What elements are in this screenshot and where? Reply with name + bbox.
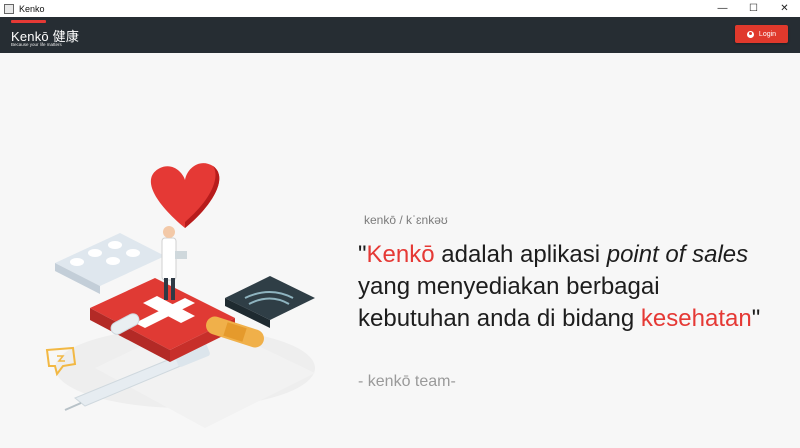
hero-quote: "Kenkō adalah aplikasi point of sales ya…	[358, 239, 778, 335]
brand-accent-bar	[11, 20, 46, 23]
close-button[interactable]: ✕	[769, 0, 800, 17]
phonetic-pronunciation: kenkō / kˈɛnkəʊ	[364, 213, 448, 227]
maximize-button[interactable]: ☐	[738, 0, 769, 17]
doctor-figure	[161, 226, 187, 300]
brand-tagline: Because your life matters	[11, 42, 62, 47]
quote-open: "	[358, 241, 367, 268]
quote-close: "	[751, 305, 761, 332]
login-label: Login	[758, 30, 777, 38]
main-content: kenkō / kˈɛnkəʊ "Kenkō adalah aplikasi p…	[0, 53, 800, 448]
login-button[interactable]: Login	[735, 25, 788, 43]
quote-text-3: yang menyediakan berbagai kebutuhan anda…	[358, 273, 660, 332]
heart-icon	[150, 163, 220, 228]
quote-brand: Kenkō	[366, 241, 435, 268]
quote-text-1: adalah aplikasi	[434, 241, 607, 268]
app-icon	[4, 3, 14, 14]
window-title: Kenko	[19, 3, 45, 14]
window-controls: — ☐ ✕	[707, 0, 800, 17]
quote-text-4: kesehatan	[640, 305, 752, 332]
user-circle-icon	[746, 30, 754, 38]
minimize-button[interactable]: —	[707, 0, 738, 17]
medical-isometric-illustration	[45, 163, 315, 428]
quote-text-2: point of sales	[606, 241, 749, 268]
app-header: Kenkō 健康 Because your life matters Login	[0, 17, 800, 53]
xray-film-icon	[225, 276, 315, 328]
window-titlebar: Kenko — ☐ ✕	[0, 0, 800, 17]
quote-author: - kenkō team-	[358, 373, 456, 390]
